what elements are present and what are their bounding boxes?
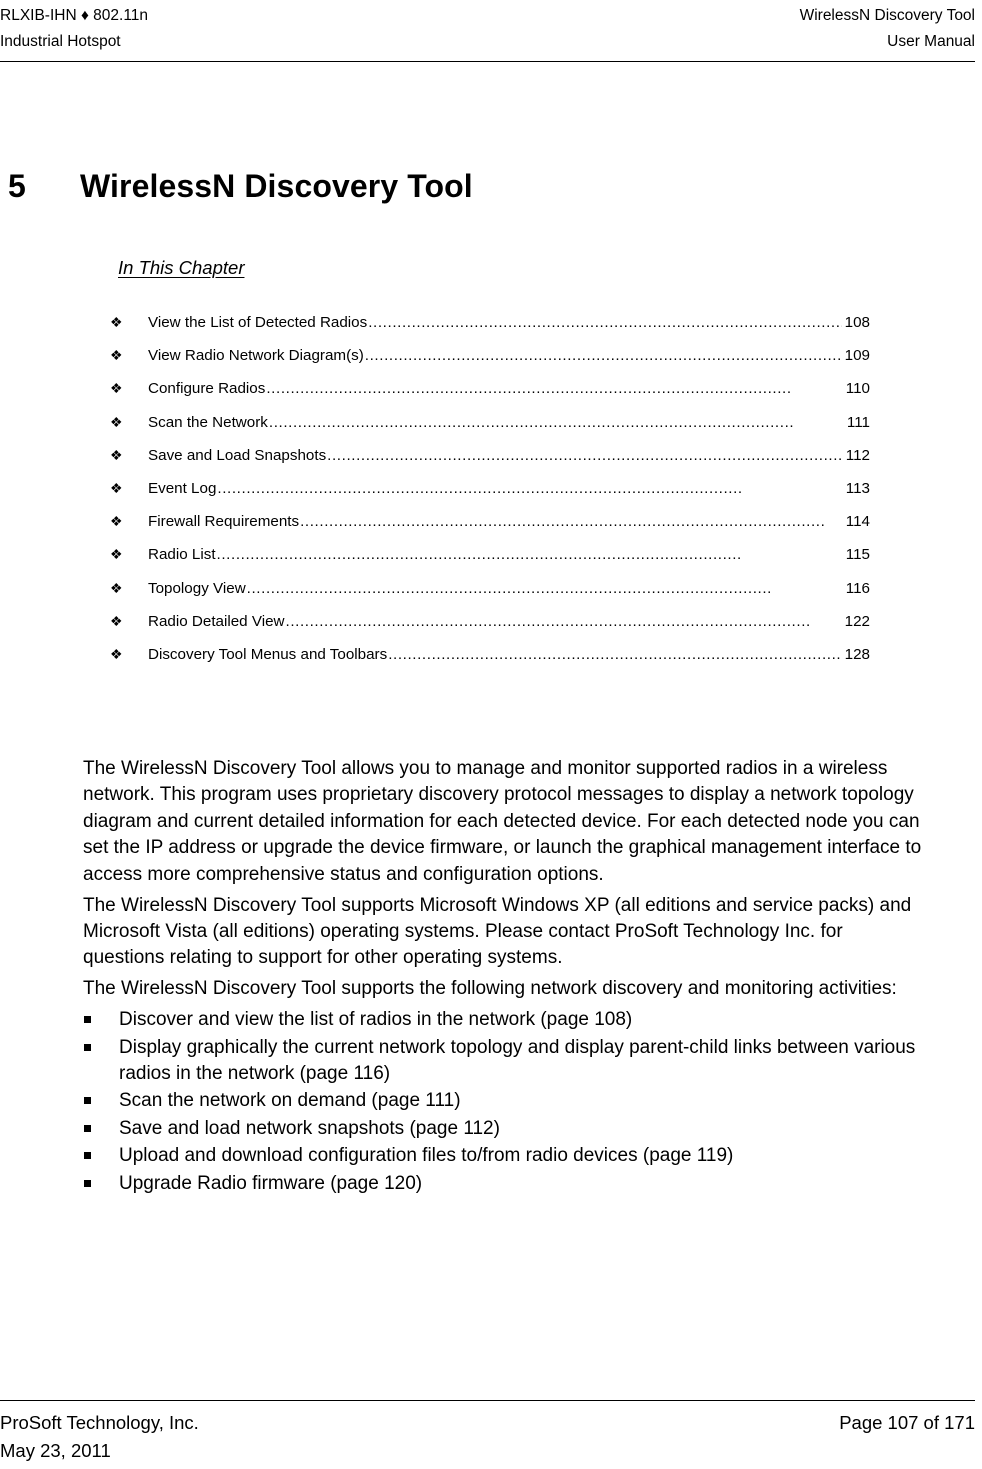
footer-company-name: ProSoft Technology, Inc. [0, 1412, 199, 1433]
diamond-bullet-icon: ❖ [110, 612, 123, 629]
toc-leader-dots: ........................................… [368, 314, 842, 331]
toc-entry-page: 114 [845, 513, 870, 531]
body-paragraph-activities-intro: The WirelessN Discovery Tool supports th… [83, 978, 897, 1000]
toc-entry-page: 112 [845, 446, 870, 464]
chapter-body: The WirelessN Discovery Tool allows you … [83, 756, 923, 1198]
square-bullet-icon [84, 1043, 91, 1051]
diamond-bullet-icon: ❖ [110, 546, 123, 563]
body-paragraph-os-support: The WirelessN Discovery Tool supports Mi… [83, 894, 912, 969]
header-document-subtitle: User Manual [887, 33, 975, 50]
activities-list: Discover and view the list of radios in … [83, 1007, 923, 1197]
list-item-label: Save and load network snapshots (page 11… [119, 1117, 500, 1139]
toc-entry[interactable]: ❖ Save and Load Snapshots ..............… [110, 439, 870, 472]
header-product-name: RLXIB-IHN ♦ 802.11n [0, 7, 149, 24]
toc-entry-page: 113 [845, 479, 870, 497]
toc-entry-page: 108 [844, 314, 870, 331]
chapter-title-text: WirelessN Discovery Tool [80, 168, 473, 205]
toc-entry[interactable]: ❖ Firewall Requirements ................… [110, 505, 870, 538]
toc-entry-label: Event Log [148, 479, 217, 497]
page-footer: ProSoft Technology, Inc. May 23, 2011 Pa… [0, 1400, 975, 1465]
toc-entry-page: 122 [844, 612, 870, 630]
toc-entry[interactable]: ❖ View Radio Network Diagram(s) ........… [110, 339, 870, 372]
square-bullet-icon [84, 1016, 91, 1024]
diamond-bullet-icon: ❖ [110, 413, 123, 430]
footer-right-block: Page 107 of 171 [839, 1409, 975, 1437]
list-item-label: Upload and download configuration files … [119, 1145, 734, 1167]
diamond-bullet-icon: ❖ [110, 347, 123, 364]
toc-entry-page: 116 [845, 579, 870, 597]
square-bullet-icon [84, 1152, 91, 1160]
list-item: Upload and download configuration files … [83, 1143, 923, 1169]
toc-leader-dots: ........................................… [285, 612, 811, 630]
footer-left-block: ProSoft Technology, Inc. May 23, 2011 [0, 1409, 199, 1465]
toc-entry-page: 115 [845, 546, 870, 564]
toc-entry-label: Discovery Tool Menus and Toolbars [148, 645, 388, 663]
list-item: Scan the network on demand (page 111) [83, 1088, 923, 1114]
toc-entry[interactable]: ❖ Radio Detailed View ..................… [110, 605, 870, 638]
diamond-bullet-icon: ❖ [110, 645, 123, 662]
toc-entry[interactable]: ❖ Discovery Tool Menus and Toolbars ....… [110, 638, 870, 671]
list-item: Upgrade Radio firmware (page 120) [83, 1171, 923, 1197]
page-title: 5 WirelessN Discovery Tool [8, 167, 908, 205]
diamond-bullet-icon: ❖ [110, 314, 123, 330]
toc-entry-label: Firewall Requirements [148, 513, 300, 531]
toc-entry-label: Radio Detailed View [148, 612, 285, 630]
header-left-block: RLXIB-IHN ♦ 802.11n Industrial Hotspot [0, 0, 148, 55]
list-item: Discover and view the list of radios in … [83, 1007, 923, 1033]
chapter-toc: ❖ View the List of Detected Radios .....… [110, 306, 870, 671]
square-bullet-icon [84, 1124, 91, 1132]
toc-entry[interactable]: ❖ Configure Radios .....................… [110, 372, 870, 405]
toc-entry-page: 111 [846, 413, 870, 431]
toc-entry-label: Radio List [148, 546, 216, 564]
page-header: RLXIB-IHN ♦ 802.11n Industrial Hotspot W… [0, 0, 975, 62]
list-item-label: Display graphically the current network … [119, 1036, 916, 1084]
toc-entry[interactable]: ❖ Topology View ........................… [110, 572, 870, 605]
toc-entry-page: 110 [845, 380, 870, 398]
toc-leader-dots: ........................................… [364, 347, 842, 365]
header-document-title: WirelessN Discovery Tool [799, 7, 975, 24]
diamond-bullet-icon: ❖ [110, 380, 123, 397]
toc-entry-label: View Radio Network Diagram(s) [148, 347, 364, 365]
footer-date: May 23, 2011 [0, 1440, 111, 1461]
header-right-block: WirelessN Discovery Tool User Manual [800, 0, 975, 55]
diamond-bullet-icon: ❖ [110, 513, 123, 530]
toc-entry-label: Topology View [148, 579, 246, 597]
toc-leader-dots: ........................................… [300, 513, 826, 531]
toc-leader-dots: ........................................… [246, 579, 773, 597]
toc-entry-label: Save and Load Snapshots [148, 446, 327, 464]
footer-page-number: Page 107 of 171 [839, 1412, 975, 1433]
toc-leader-dots: ........................................… [388, 645, 842, 663]
toc-entry-label: Scan the Network [148, 413, 268, 431]
toc-entry-page: 109 [844, 347, 870, 365]
header-product-subtitle: Industrial Hotspot [0, 33, 121, 50]
list-item-label: Scan the network on demand (page 111) [119, 1090, 461, 1112]
square-bullet-icon [84, 1097, 91, 1105]
toc-leader-dots: ........................................… [327, 446, 843, 464]
toc-leader-dots: ........................................… [268, 413, 795, 431]
toc-entry[interactable]: ❖ View the List of Detected Radios .....… [110, 306, 870, 339]
toc-entry[interactable]: ❖ Event Log ............................… [110, 472, 870, 505]
list-item-label: Discover and view the list of radios in … [119, 1009, 633, 1031]
toc-leader-dots: ........................................… [266, 380, 792, 398]
toc-leader-dots: ........................................… [216, 546, 742, 564]
toc-entry-label: Configure Radios [148, 380, 266, 398]
toc-entry[interactable]: ❖ Radio List ...........................… [110, 538, 870, 571]
chapter-number: 5 [8, 168, 26, 205]
diamond-bullet-icon: ❖ [110, 479, 123, 496]
list-item: Save and load network snapshots (page 11… [83, 1116, 923, 1142]
list-item: Display graphically the current network … [83, 1035, 923, 1088]
document-page: RLXIB-IHN ♦ 802.11n Industrial Hotspot W… [0, 0, 982, 1469]
toc-entry-label: View the List of Detected Radios [148, 314, 368, 331]
diamond-bullet-icon: ❖ [110, 579, 123, 596]
toc-leader-dots: ........................................… [217, 479, 743, 497]
toc-entry-page: 128 [844, 645, 870, 663]
body-paragraph-overview: The WirelessN Discovery Tool allows you … [83, 758, 922, 885]
square-bullet-icon [84, 1179, 91, 1187]
list-item-label: Upgrade Radio firmware (page 120) [119, 1172, 423, 1194]
toc-entry[interactable]: ❖ Scan the Network .....................… [110, 406, 870, 439]
in-this-chapter-heading: In This Chapter [118, 257, 245, 278]
diamond-bullet-icon: ❖ [110, 446, 123, 463]
